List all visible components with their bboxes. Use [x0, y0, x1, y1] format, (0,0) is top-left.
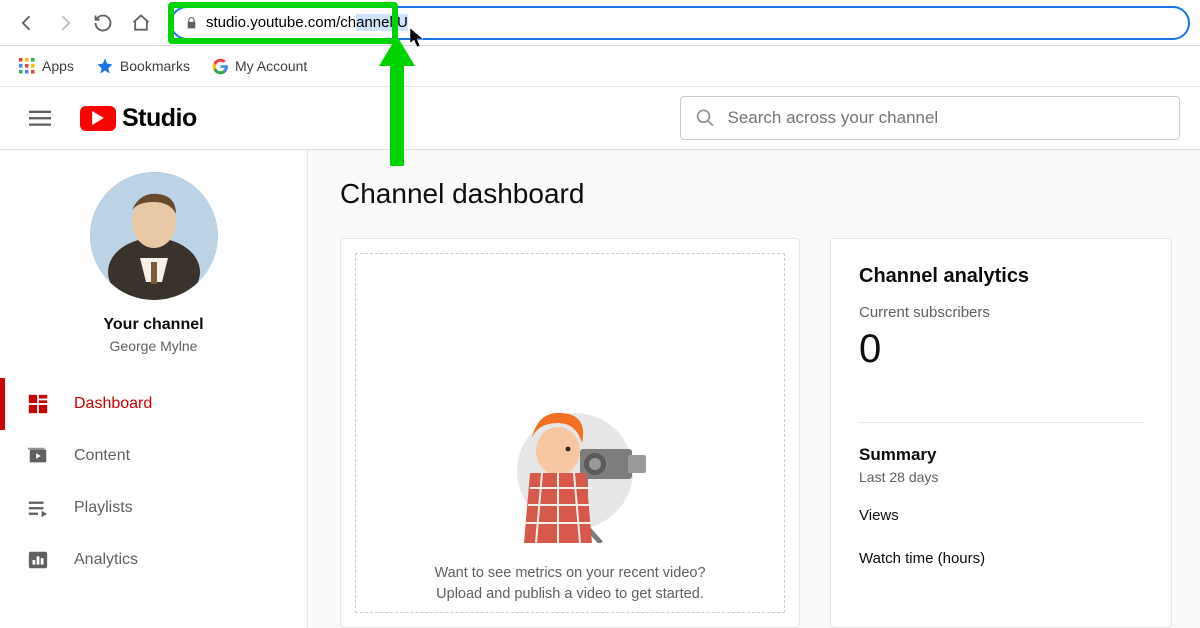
forward-button[interactable]	[48, 6, 82, 40]
playlists-icon	[26, 496, 50, 520]
youtube-play-icon	[80, 106, 116, 131]
url-plain: studio.youtube.com/ch	[206, 14, 356, 31]
url-bar[interactable]: studio.youtube.com/channel/U	[170, 6, 1190, 40]
cursor-icon	[410, 28, 426, 53]
summary-range: Last 28 days	[859, 469, 1143, 485]
search-box[interactable]	[680, 96, 1180, 140]
prompt-line1: Want to see metrics on your recent video…	[434, 563, 705, 585]
star-icon	[96, 57, 114, 75]
subscribers-label: Current subscribers	[859, 304, 1143, 321]
upload-illustration	[480, 393, 660, 543]
sidebar-item-label: Content	[74, 447, 130, 465]
metric-watch: Watch time (hours)	[859, 550, 1143, 567]
bookmarks-label: Bookmarks	[120, 58, 190, 74]
myaccount-label: My Account	[235, 58, 307, 74]
browser-toolbar: studio.youtube.com/channel/U	[0, 0, 1200, 46]
upload-prompt-card: Want to see metrics on your recent video…	[340, 238, 800, 628]
sidebar-item-analytics[interactable]: Analytics	[0, 534, 307, 586]
bookmarks-button[interactable]: Bookmarks	[96, 57, 190, 75]
channel-block: Your channel George Mylne	[0, 172, 307, 354]
bookmarks-bar: Apps Bookmarks My Account	[0, 46, 1200, 86]
analytics-icon	[26, 548, 50, 572]
myaccount-button[interactable]: My Account	[212, 58, 307, 75]
sidebar: Your channel George Mylne Dashboard Cont…	[0, 150, 308, 628]
main-layout: Your channel George Mylne Dashboard Cont…	[0, 150, 1200, 628]
your-channel-label: Your channel	[103, 316, 203, 334]
metric-views: Views	[859, 507, 1143, 524]
menu-button[interactable]	[20, 98, 60, 138]
divider	[859, 422, 1143, 423]
prompt-line2: Upload and publish a video to get starte…	[434, 584, 705, 606]
content-area: Channel dashboard	[308, 150, 1200, 628]
cards-row: Want to see metrics on your recent video…	[340, 238, 1172, 628]
analytics-card: Channel analytics Current subscribers 0 …	[830, 238, 1172, 628]
sidebar-item-label: Analytics	[74, 551, 138, 569]
lock-icon	[184, 16, 198, 30]
content-icon	[26, 444, 50, 468]
apps-label: Apps	[42, 58, 74, 74]
logo-text: Studio	[122, 104, 197, 133]
sidebar-item-label: Playlists	[74, 499, 133, 517]
sidebar-item-playlists[interactable]: Playlists	[0, 482, 307, 534]
url-selected: annel/U	[356, 14, 408, 31]
sidebar-item-content[interactable]: Content	[0, 430, 307, 482]
url-text: studio.youtube.com/channel/U	[206, 14, 408, 31]
google-icon	[212, 58, 229, 75]
reload-button[interactable]	[86, 6, 120, 40]
upload-prompt-text: Want to see metrics on your recent video…	[434, 563, 705, 607]
search-container	[680, 96, 1180, 140]
sidebar-item-dashboard[interactable]: Dashboard	[0, 378, 307, 430]
avatar-image	[90, 172, 218, 300]
search-input[interactable]	[727, 108, 1165, 128]
back-button[interactable]	[10, 6, 44, 40]
dashboard-icon	[26, 392, 50, 416]
page-title: Channel dashboard	[340, 178, 1172, 210]
channel-avatar[interactable]	[90, 172, 218, 300]
studio-logo[interactable]: Studio	[80, 104, 197, 133]
analytics-title: Channel analytics	[859, 265, 1143, 288]
subscribers-count: 0	[859, 327, 1143, 372]
upload-dashed-box: Want to see metrics on your recent video…	[355, 253, 785, 613]
hamburger-icon	[29, 107, 51, 129]
apps-grid-icon	[18, 57, 36, 75]
apps-button[interactable]: Apps	[18, 57, 74, 75]
channel-name: George Mylne	[110, 338, 198, 354]
search-icon	[695, 107, 715, 129]
summary-title: Summary	[859, 445, 1143, 465]
sidebar-item-label: Dashboard	[74, 395, 152, 413]
app-header: Studio	[0, 86, 1200, 150]
home-button[interactable]	[124, 6, 158, 40]
